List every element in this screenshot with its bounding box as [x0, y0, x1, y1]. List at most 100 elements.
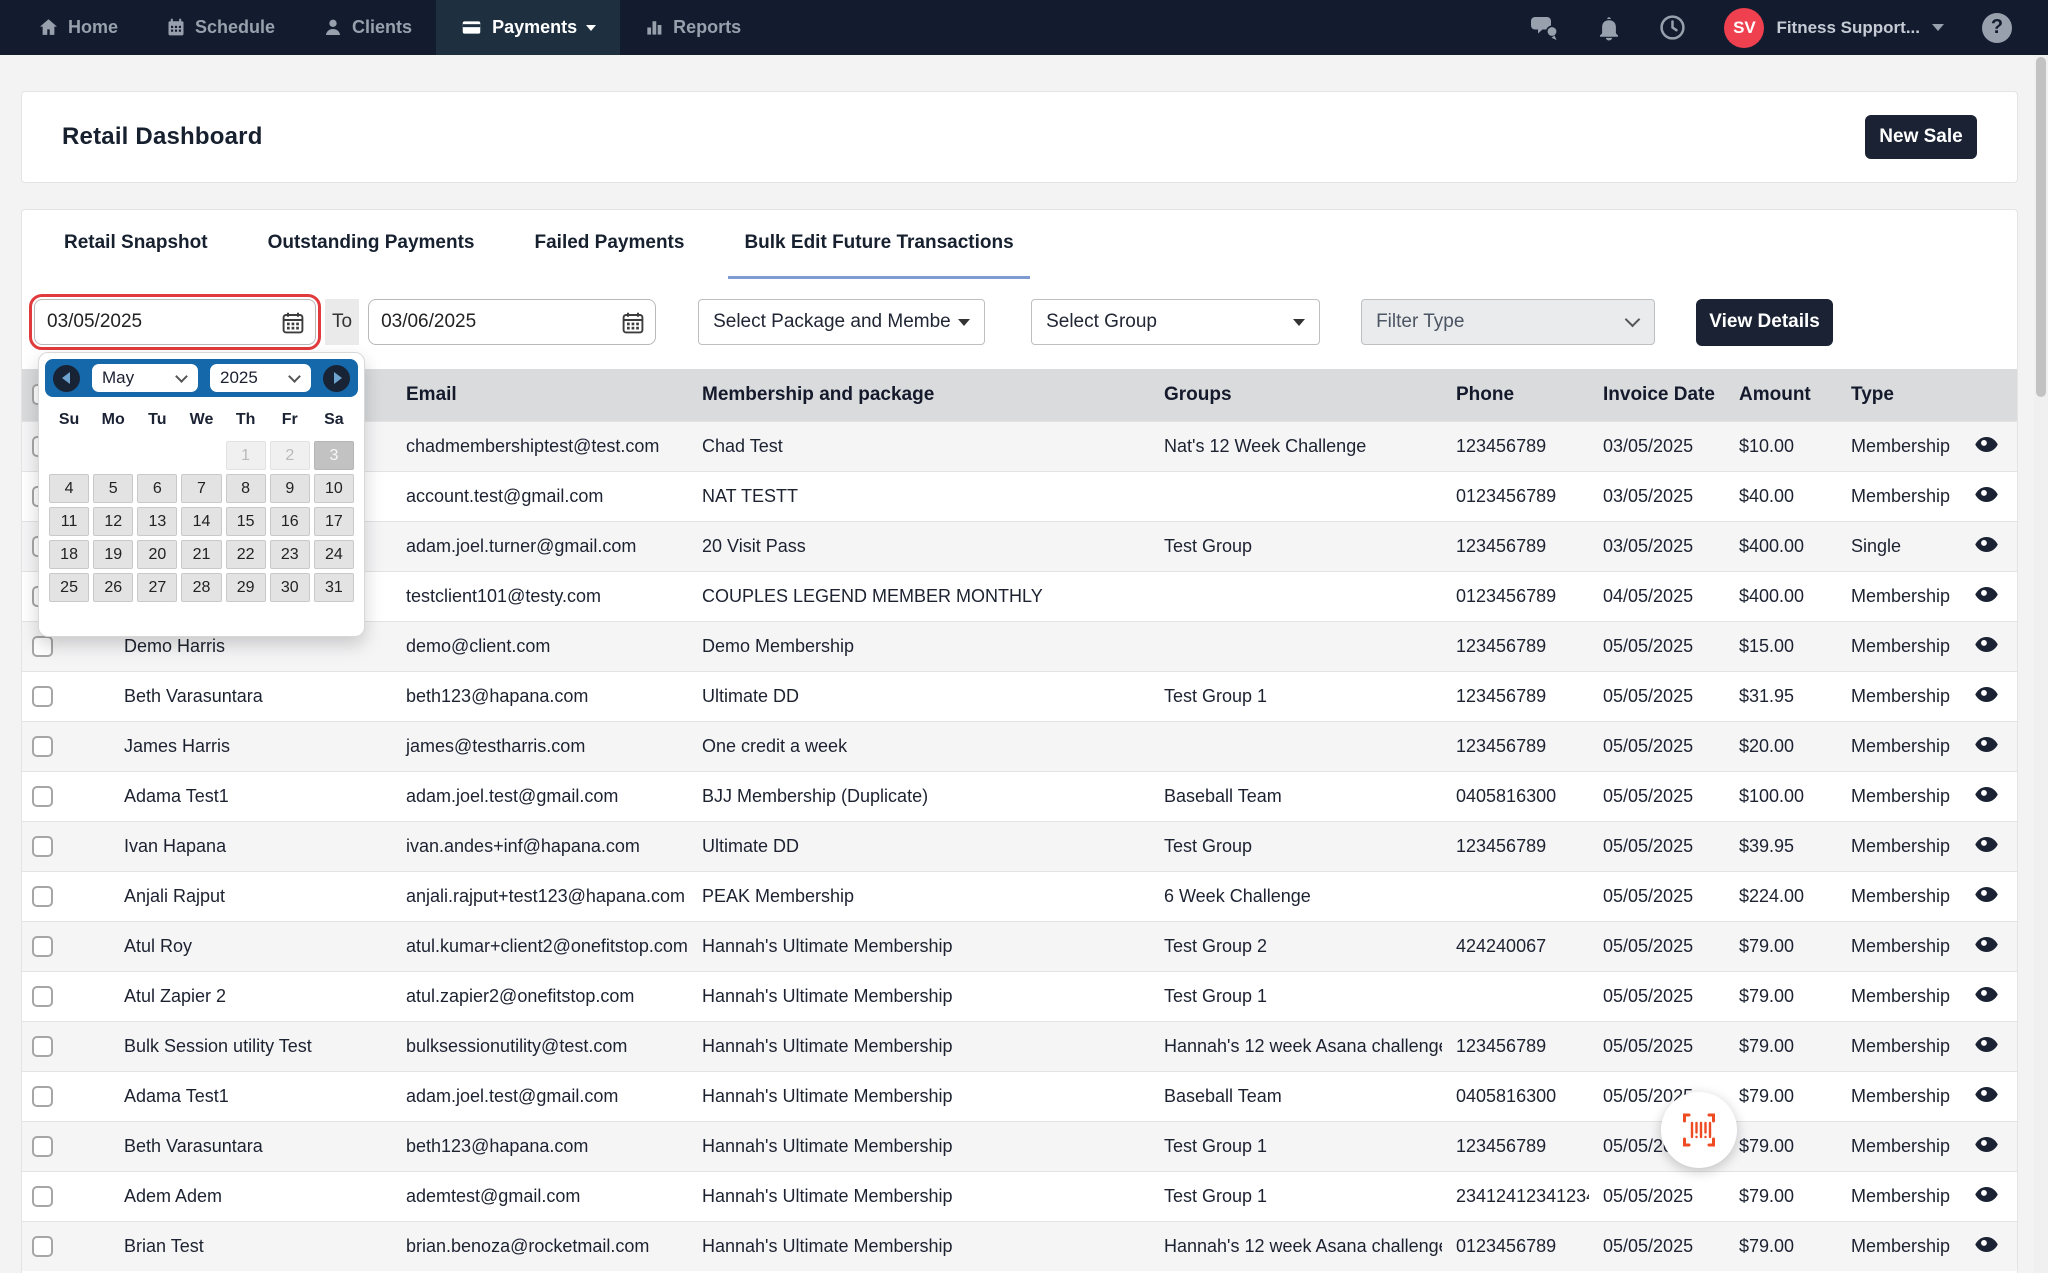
calendar-day[interactable]: 5: [93, 474, 133, 503]
filter-type-select[interactable]: Filter Type: [1361, 299, 1655, 345]
calendar-day[interactable]: 6: [137, 474, 177, 503]
row-checkbox[interactable]: [32, 686, 53, 707]
row-checkbox[interactable]: [32, 1036, 53, 1057]
view-row-icon[interactable]: [1975, 837, 1998, 852]
tab-outstanding-payments[interactable]: Outstanding Payments: [252, 210, 491, 279]
notifications-button[interactable]: [1597, 15, 1621, 41]
view-row-icon[interactable]: [1975, 937, 1998, 952]
calendar-icon[interactable]: [621, 311, 645, 335]
calendar-day[interactable]: 19: [93, 540, 133, 569]
view-row-icon[interactable]: [1975, 887, 1998, 902]
nav-schedule[interactable]: Schedule: [142, 0, 299, 55]
history-button[interactable]: [1659, 14, 1686, 41]
row-checkbox[interactable]: [32, 1086, 53, 1107]
calendar-day[interactable]: 27: [137, 573, 177, 602]
messages-button[interactable]: [1531, 15, 1559, 41]
row-checkbox[interactable]: [32, 886, 53, 907]
from-date-input[interactable]: [35, 300, 315, 344]
nav-home[interactable]: Home: [14, 0, 142, 55]
view-row-icon[interactable]: [1975, 587, 1998, 602]
page-scrollbar[interactable]: [2034, 55, 2048, 1273]
row-checkbox[interactable]: [32, 1136, 53, 1157]
date-range-to-label: To: [325, 299, 359, 345]
view-row-icon[interactable]: [1975, 737, 1998, 752]
calendar-day[interactable]: 30: [270, 573, 310, 602]
to-date-input[interactable]: [369, 300, 655, 344]
nav-payments[interactable]: Payments: [436, 0, 620, 55]
calendar-day[interactable]: 9: [270, 474, 310, 503]
help-icon[interactable]: ?: [1982, 13, 2012, 43]
calendar-day[interactable]: 24: [314, 540, 354, 569]
year-select[interactable]: 2025: [210, 364, 311, 392]
view-row-icon[interactable]: [1975, 987, 1998, 1002]
type-cell: Membership: [1837, 571, 1961, 621]
account-menu[interactable]: SV Fitness Support...: [1724, 8, 1944, 48]
tab-failed-payments[interactable]: Failed Payments: [519, 210, 701, 279]
calendar-day[interactable]: 21: [181, 540, 221, 569]
calendar-day[interactable]: 25: [49, 573, 89, 602]
calendar-day[interactable]: 31: [314, 573, 354, 602]
calendar-day[interactable]: 2: [270, 441, 310, 470]
calendar-day[interactable]: 7: [181, 474, 221, 503]
view-row-icon[interactable]: [1975, 1237, 1998, 1252]
calendar-day[interactable]: 3: [314, 441, 354, 470]
calendar-day[interactable]: 16: [270, 507, 310, 536]
calendar-day[interactable]: 1: [226, 441, 266, 470]
calendar-day[interactable]: 20: [137, 540, 177, 569]
calendar-day[interactable]: 13: [137, 507, 177, 536]
calendar-day[interactable]: 28: [181, 573, 221, 602]
scrollbar-thumb[interactable]: [2036, 57, 2046, 397]
calendar-day[interactable]: 8: [226, 474, 266, 503]
calendar-next-button[interactable]: [323, 365, 350, 392]
view-row-icon[interactable]: [1975, 437, 1998, 452]
group-select[interactable]: Select Group: [1031, 299, 1320, 345]
row-checkbox[interactable]: [32, 786, 53, 807]
view-row-icon[interactable]: [1975, 1187, 1998, 1202]
tab-bulk-edit-future-transactions[interactable]: Bulk Edit Future Transactions: [728, 210, 1029, 279]
calendar-day[interactable]: 10: [314, 474, 354, 503]
calendar-day[interactable]: 18: [49, 540, 89, 569]
calendar-day[interactable]: 22: [226, 540, 266, 569]
invoice-date-cell: 05/05/2025: [1589, 671, 1725, 721]
calendar-prev-button[interactable]: [53, 365, 80, 392]
phone-cell: 0123456789: [1442, 1221, 1589, 1271]
calendar-day[interactable]: 4: [49, 474, 89, 503]
calendar-day[interactable]: 29: [226, 573, 266, 602]
view-row-icon[interactable]: [1975, 687, 1998, 702]
calendar-day[interactable]: 26: [93, 573, 133, 602]
view-row-icon[interactable]: [1975, 787, 1998, 802]
view-row-icon[interactable]: [1975, 1137, 1998, 1152]
calendar-day[interactable]: 15: [226, 507, 266, 536]
tab-retail-snapshot[interactable]: Retail Snapshot: [48, 210, 224, 279]
row-checkbox[interactable]: [32, 636, 53, 657]
nav-clients[interactable]: Clients: [299, 0, 436, 55]
calendar-day[interactable]: 11: [49, 507, 89, 536]
nav-reports[interactable]: Reports: [620, 0, 765, 55]
barcode-scanner-fab[interactable]: [1661, 1092, 1737, 1168]
package-membership-select[interactable]: Select Package and Membership: [698, 299, 985, 345]
view-row-icon[interactable]: [1975, 537, 1998, 552]
calendar-day[interactable]: 17: [314, 507, 354, 536]
view-row-icon[interactable]: [1975, 637, 1998, 652]
new-sale-button[interactable]: New Sale: [1865, 115, 1977, 159]
view-row-icon[interactable]: [1975, 487, 1998, 502]
chevron-down-icon: [175, 370, 188, 383]
row-checkbox[interactable]: [32, 736, 53, 757]
view-row-icon[interactable]: [1975, 1037, 1998, 1052]
month-select[interactable]: May: [92, 364, 198, 392]
chevron-down-icon: [586, 25, 596, 31]
view-details-button[interactable]: View Details: [1696, 299, 1833, 346]
row-checkbox[interactable]: [32, 836, 53, 857]
calendar-icon[interactable]: [281, 311, 305, 335]
view-row-icon[interactable]: [1975, 1087, 1998, 1102]
calendar-day[interactable]: 14: [181, 507, 221, 536]
amount-cell: $79.00: [1725, 1121, 1837, 1171]
row-checkbox[interactable]: [32, 1236, 53, 1257]
row-checkbox[interactable]: [32, 986, 53, 1007]
caret-down-icon: [958, 319, 970, 326]
calendar-day[interactable]: 12: [93, 507, 133, 536]
calendar-day[interactable]: 23: [270, 540, 310, 569]
groups-cell: Test Group: [1150, 821, 1442, 871]
row-checkbox[interactable]: [32, 1186, 53, 1207]
row-checkbox[interactable]: [32, 936, 53, 957]
